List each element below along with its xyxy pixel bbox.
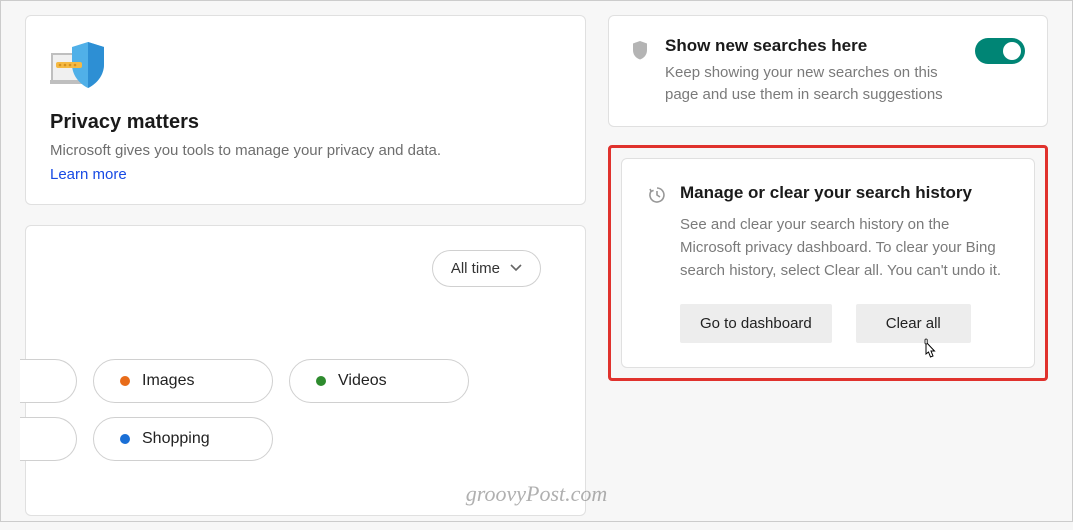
show-searches-toggle[interactable]	[975, 38, 1025, 64]
privacy-shield-icon	[50, 36, 561, 97]
dropdown-label: All time	[451, 260, 500, 277]
manage-history-title: Manage or clear your search history	[680, 183, 1008, 203]
learn-more-link[interactable]: Learn more	[50, 166, 127, 183]
go-to-dashboard-button[interactable]: Go to dashboard	[680, 304, 832, 343]
show-searches-card: Show new searches here Keep showing your…	[608, 15, 1048, 127]
dot-icon	[120, 434, 130, 444]
manage-history-card: Manage or clear your search history See …	[621, 158, 1035, 369]
filter-chip-shopping[interactable]: Shopping	[93, 417, 273, 461]
dot-icon	[120, 376, 130, 386]
privacy-matters-card: Privacy matters Microsoft gives you tool…	[25, 15, 586, 205]
filter-chip-videos[interactable]: Videos	[289, 359, 469, 403]
shield-icon	[631, 40, 649, 60]
show-searches-description: Keep showing your new searches on this p…	[665, 62, 959, 106]
manage-history-description: See and clear your search history on the…	[680, 213, 1008, 283]
privacy-description: Microsoft gives you tools to manage your…	[50, 140, 561, 162]
chip-label: Images	[142, 372, 194, 390]
watermark: groovyPost.com	[466, 481, 608, 507]
privacy-title: Privacy matters	[50, 111, 561, 134]
filter-card: All time Images Videos Sho	[25, 225, 586, 516]
dot-icon	[316, 376, 326, 386]
chip-label: Videos	[338, 372, 387, 390]
filter-chip-partial[interactable]	[20, 359, 77, 403]
show-searches-title: Show new searches here	[665, 36, 959, 56]
chip-label: Shopping	[142, 430, 210, 448]
filter-chip-partial[interactable]	[20, 417, 77, 461]
time-range-dropdown[interactable]: All time	[432, 250, 541, 287]
history-icon	[648, 186, 666, 204]
filter-chip-images[interactable]: Images	[93, 359, 273, 403]
highlight-box: Manage or clear your search history See …	[608, 145, 1048, 382]
chevron-down-icon	[510, 264, 522, 272]
clear-all-button[interactable]: Clear all	[856, 304, 971, 343]
